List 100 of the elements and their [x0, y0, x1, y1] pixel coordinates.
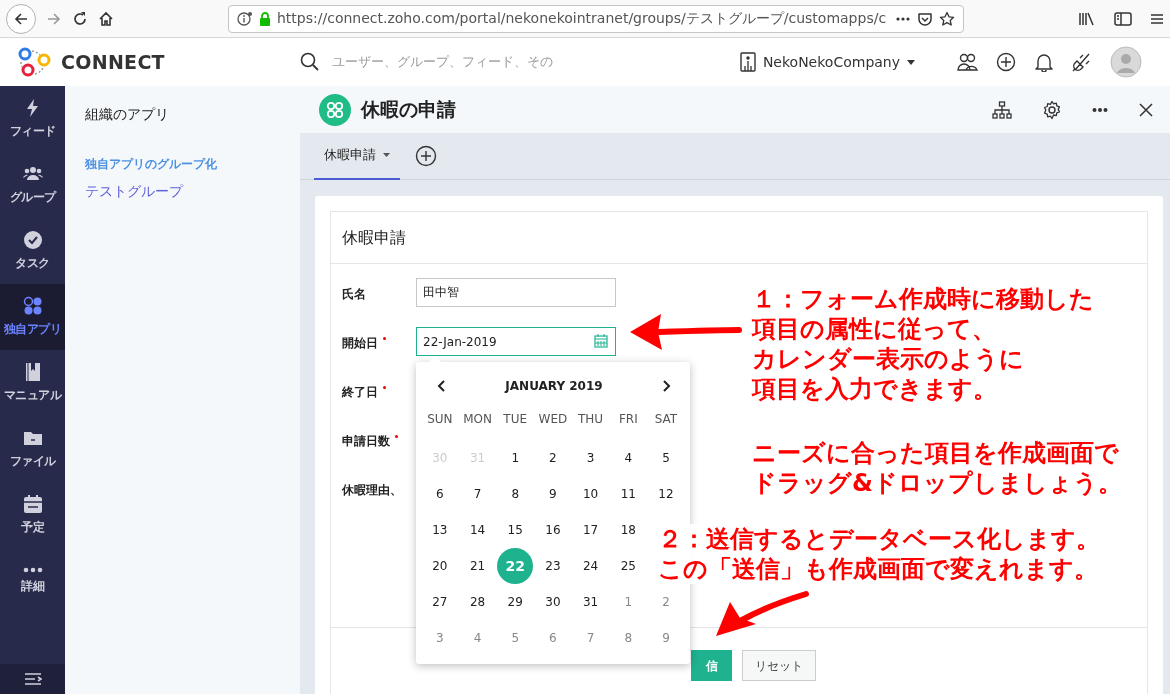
previous-icon[interactable] — [437, 380, 445, 392]
reload-icon[interactable] — [72, 10, 88, 27]
reset-button[interactable]: リセット — [742, 650, 816, 681]
calendar-day[interactable]: 3 — [572, 440, 609, 476]
calendar-day[interactable]: 5 — [647, 440, 684, 476]
company-switcher[interactable]: NekoNekoCompany — [739, 51, 915, 73]
calendar-day[interactable]: 12 — [647, 476, 684, 512]
hierarchy-icon[interactable] — [992, 100, 1012, 119]
building-icon — [739, 52, 756, 72]
nav-item[interactable]: 予定 — [0, 482, 65, 548]
annotation-text: この「送信」も作成画面で変えれます。 — [658, 554, 1099, 584]
calendar-day[interactable]: 23 — [534, 548, 571, 584]
collapse-icon[interactable] — [22, 671, 43, 687]
calendar-day[interactable]: 6 — [421, 476, 458, 512]
calendar-day[interactable]: 4 — [610, 440, 647, 476]
weekday-label: MON — [462, 411, 493, 428]
calendar-day[interactable]: 2 — [534, 440, 571, 476]
bell-icon[interactable] — [1034, 52, 1054, 72]
weekday-label: SUN — [426, 411, 454, 428]
settings-icon[interactable] — [1042, 99, 1062, 120]
logo-icon — [17, 46, 53, 78]
library-icon[interactable] — [1078, 10, 1096, 27]
annotation-text: ２：送信するとデータベース化します。 — [658, 524, 1100, 554]
calendar-day[interactable]: 24 — [572, 548, 609, 584]
home-icon[interactable] — [98, 10, 114, 27]
calendar-day[interactable]: 1 — [497, 440, 534, 476]
calendar-day[interactable]: 1 — [610, 584, 647, 620]
next-icon[interactable] — [663, 380, 671, 392]
calendar-day[interactable]: 8 — [497, 476, 534, 512]
calendar-day[interactable]: 29 — [497, 584, 534, 620]
star-icon[interactable] — [939, 10, 955, 27]
search-field[interactable]: ユーザー、グループ、フィード、その — [329, 51, 570, 73]
weekday-label: THU — [577, 411, 605, 428]
calendar-day[interactable]: 14 — [459, 512, 496, 548]
search-icon[interactable] — [299, 52, 320, 72]
nav-item[interactable]: 独自アプリ — [0, 284, 65, 350]
app-icon — [319, 93, 351, 126]
calendar-day[interactable]: 18 — [610, 512, 647, 548]
calendar-day[interactable]: 31 — [572, 584, 609, 620]
calendar-icon — [22, 494, 43, 514]
field-label: 終了日 — [342, 384, 378, 401]
nav-item[interactable]: グループ — [0, 152, 65, 218]
annotation-text: ニーズに合った項目を作成画面で — [752, 438, 1120, 468]
calendar-day[interactable]: 17 — [572, 512, 609, 548]
nav-item[interactable]: 詳細 — [0, 548, 65, 614]
calendar-day[interactable]: 15 — [497, 512, 534, 548]
calendar-day[interactable]: 2 — [647, 584, 684, 620]
nav-item[interactable]: ファイル — [0, 416, 65, 482]
calendar-day[interactable]: 30 — [534, 584, 571, 620]
calendar-day[interactable]: 20 — [421, 548, 458, 584]
text-field[interactable]: 田中智 — [416, 278, 616, 307]
calendar-day[interactable]: 21 — [459, 548, 496, 584]
calendar-day[interactable]: 6 — [534, 620, 571, 656]
weekday-label: WED — [537, 411, 569, 428]
calendar-day[interactable]: 8 — [610, 620, 647, 656]
back-button[interactable] — [6, 3, 36, 34]
forward-icon[interactable] — [46, 10, 62, 27]
form-title: 休暇申請 — [331, 212, 1147, 264]
lock-icon — [259, 11, 271, 26]
sidebar-icon[interactable] — [1114, 10, 1132, 27]
url-text: https://connect.zoho.com/portal/nekonekointranet/groups/テストグループ/customapps/c — [277, 9, 888, 28]
field-label: 休暇理由、 — [342, 482, 402, 499]
group-link[interactable]: テストグループ — [85, 181, 183, 202]
app-title: 休暇の申請 — [361, 97, 456, 123]
calendar-day[interactable]: 4 — [459, 620, 496, 656]
calendar-day[interactable]: 13 — [421, 512, 458, 548]
nav-item[interactable]: マニュアル — [0, 350, 65, 416]
calendar-day[interactable]: 5 — [497, 620, 534, 656]
calendar-day[interactable]: 16 — [534, 512, 571, 548]
info-icon[interactable] — [237, 10, 253, 27]
annotation-text: 項目を入力できます。 — [752, 374, 998, 404]
annotation-text: カレンダー表示のように — [752, 344, 1025, 374]
menu-icon[interactable] — [1150, 11, 1164, 26]
add-icon[interactable] — [996, 52, 1016, 72]
caret-icon — [907, 59, 915, 65]
form-tab[interactable]: 休暇申請 — [314, 132, 400, 180]
section-heading: 独自アプリのグループ化 — [85, 156, 218, 173]
calendar-day[interactable]: 9 — [647, 620, 684, 656]
calendar-day[interactable]: 9 — [534, 476, 571, 512]
add-tab-icon[interactable] — [415, 145, 437, 167]
calendar-day[interactable]: 28 — [459, 584, 496, 620]
nav-item[interactable]: フィード — [0, 86, 65, 152]
calendar-day[interactable]: 25 — [610, 548, 647, 584]
weekday-label: TUE — [502, 411, 529, 428]
calendar-day[interactable]: 10 — [572, 476, 609, 512]
close-icon[interactable] — [1138, 101, 1154, 118]
address-bar[interactable]: https://connect.zoho.com/portal/nekonekointranet/groups/テストグループ/customapps/c — [228, 4, 964, 33]
calendar-day[interactable]: 7 — [459, 476, 496, 512]
date-field[interactable]: 22-Jan-2019 — [416, 327, 616, 356]
people-icon[interactable] — [957, 52, 978, 72]
calendar-day[interactable]: 7 — [572, 620, 609, 656]
nav-item[interactable]: タスク — [0, 218, 65, 284]
calendar-day[interactable]: 27 — [421, 584, 458, 620]
calendar-day[interactable]: 11 — [610, 476, 647, 512]
more-icon[interactable] — [1092, 106, 1108, 113]
shield-icon[interactable] — [917, 10, 933, 27]
more-icon — [22, 567, 43, 573]
caret-icon — [383, 153, 390, 157]
calendar-day[interactable]: 3 — [421, 620, 458, 656]
month-title: JANUARY 2019 — [505, 378, 603, 395]
